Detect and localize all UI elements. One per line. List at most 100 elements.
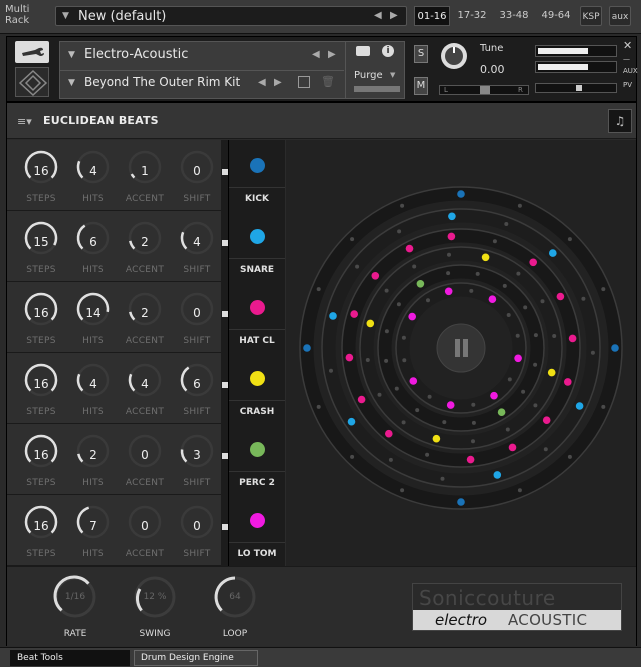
hits-knob[interactable]: 7 HITS [67,495,119,566]
next-snapshot-icon[interactable]: ▶ [274,77,282,88]
instrument-name-row[interactable]: ▼ Electro-Acoustic ◀ ▶ [60,43,344,69]
trigger-color-dot[interactable] [250,513,265,528]
save-icon[interactable] [298,76,310,88]
pan-handle[interactable] [480,86,490,94]
step-dot [552,334,557,338]
prev-preset-icon[interactable]: ◀ [374,10,382,21]
trigger-pad[interactable]: KICK [228,140,285,211]
shift-label: SHIFT [183,407,211,417]
steps-knob[interactable]: 15 STEPS [15,211,67,282]
steps-knob[interactable]: 16 STEPS [15,424,67,495]
accent-knob[interactable]: 2 ACCENT [119,282,171,353]
steps-knob[interactable]: 16 STEPS [15,282,67,353]
prev-instrument-icon[interactable]: ◀ [312,49,320,60]
minimize-icon[interactable]: — [623,55,630,63]
steps-value: 16 [33,377,49,391]
pv-mini-button[interactable]: PV [623,81,632,89]
shift-label: SHIFT [183,265,211,275]
track-row-kick: 16 STEPS 4 HITS 1 ACCENT 0 SHIFT KICK [7,140,285,211]
rack-label-line1: Multi [5,4,30,15]
track-name: KICK [229,187,285,209]
trigger-color-dot[interactable] [250,371,265,386]
purge-button[interactable]: Purge [354,70,383,81]
step-dot [502,283,507,288]
trigger-color-dot[interactable] [250,442,265,457]
shift-knob[interactable]: 6 SHIFT [171,353,223,424]
page-button-17-32[interactable]: 17-32 [454,6,490,26]
tune-knob[interactable] [439,41,469,71]
dropdown-arrow-icon[interactable]: ▼ [68,50,75,60]
track-divider [221,424,228,495]
close-icon[interactable]: ✕ [623,39,632,52]
trigger-pad[interactable]: CRASH [228,353,285,424]
hits-knob[interactable]: 4 HITS [67,353,119,424]
midi-note-icon[interactable]: ♫ [608,109,632,133]
shift-knob[interactable]: 0 SHIFT [171,282,223,353]
step-dot [567,454,572,459]
steps-knob[interactable]: 16 STEPS [15,495,67,566]
accent-knob[interactable]: 4 ACCENT [119,353,171,424]
mute-button[interactable]: M [414,77,428,95]
accent-knob[interactable]: 0 ACCENT [119,424,171,495]
next-instrument-icon[interactable]: ▶ [328,49,336,60]
hits-label: HITS [82,407,104,417]
trigger-pad[interactable]: HAT CL [228,282,285,353]
purge-dropdown-icon[interactable]: ▼ [390,71,395,79]
shift-knob[interactable]: 0 SHIFT [171,495,223,566]
accent-knob[interactable]: 2 ACCENT [119,211,171,282]
hits-knob[interactable]: 4 HITS [67,140,119,211]
trigger-pad[interactable]: LO TOM [228,495,285,566]
trigger-color-dot[interactable] [250,300,265,315]
pause-icon[interactable] [463,339,468,357]
aux-mini-button[interactable]: AUX [623,67,638,75]
hits-value: 4 [89,377,97,391]
shift-knob[interactable]: 4 SHIFT [171,211,223,282]
tab-beat-tools[interactable]: Beat Tools [10,650,130,666]
aux-button[interactable]: aux [609,6,631,26]
camera-icon[interactable] [356,46,370,56]
steps-knob[interactable]: 16 STEPS [15,140,67,211]
hit-dot [547,368,556,377]
page-button-49-64[interactable]: 49-64 [538,6,574,26]
solo-button[interactable]: S [414,45,428,63]
hit-dot [611,344,619,352]
track-name: CRASH [229,400,285,422]
trigger-pad[interactable]: PERC 2 [228,424,285,495]
tab-drum-design-engine[interactable]: Drum Design Engine [134,650,258,666]
hits-knob[interactable]: 14 HITS [67,282,119,353]
accent-label: ACCENT [125,194,165,204]
shift-value: 3 [193,448,201,462]
accent-knob[interactable]: 0 ACCENT [119,495,171,566]
trigger-color-dot[interactable] [250,229,265,244]
ksp-button[interactable]: KSP [580,6,602,26]
trigger-pad[interactable]: SNARE [228,211,285,282]
page-button-33-48[interactable]: 33-48 [496,6,532,26]
delete-icon[interactable]: 🗑 [321,75,335,88]
pan-slider[interactable]: L R [439,85,529,95]
page-button-01-16[interactable]: 01-16 [414,6,450,26]
steps-value: 16 [33,448,49,462]
trigger-color-dot[interactable] [250,158,265,173]
hits-label: HITS [82,478,104,488]
step-dot [402,358,407,363]
info-icon[interactable]: i [382,45,394,57]
shift-knob[interactable]: 0 SHIFT [171,140,223,211]
pause-icon[interactable] [455,339,460,357]
pause-button[interactable] [436,323,486,373]
hits-knob[interactable]: 2 HITS [67,424,119,495]
dropdown-arrow-icon[interactable]: ▼ [68,78,75,88]
volume-slider[interactable] [535,83,617,93]
accent-knob[interactable]: 1 ACCENT [119,140,171,211]
preset-selector[interactable]: ▼ New (default) ◀ ▶ [55,6,407,26]
hits-knob[interactable]: 6 HITS [67,211,119,282]
next-preset-icon[interactable]: ▶ [390,10,398,21]
prev-snapshot-icon[interactable]: ◀ [258,77,266,88]
dropdown-arrow-icon[interactable]: ▼ [62,11,69,21]
step-dot [540,299,545,304]
hit-dot [497,408,506,417]
snapshot-row[interactable]: ▼ Beyond The Outer Rim Kit ◀ ▶ 🗑 [60,70,344,96]
steps-knob[interactable]: 16 STEPS [15,353,67,424]
shift-knob[interactable]: 3 SHIFT [171,424,223,495]
wrench-icon[interactable] [15,41,49,63]
menu-icon[interactable]: ≡▾ [17,115,32,128]
